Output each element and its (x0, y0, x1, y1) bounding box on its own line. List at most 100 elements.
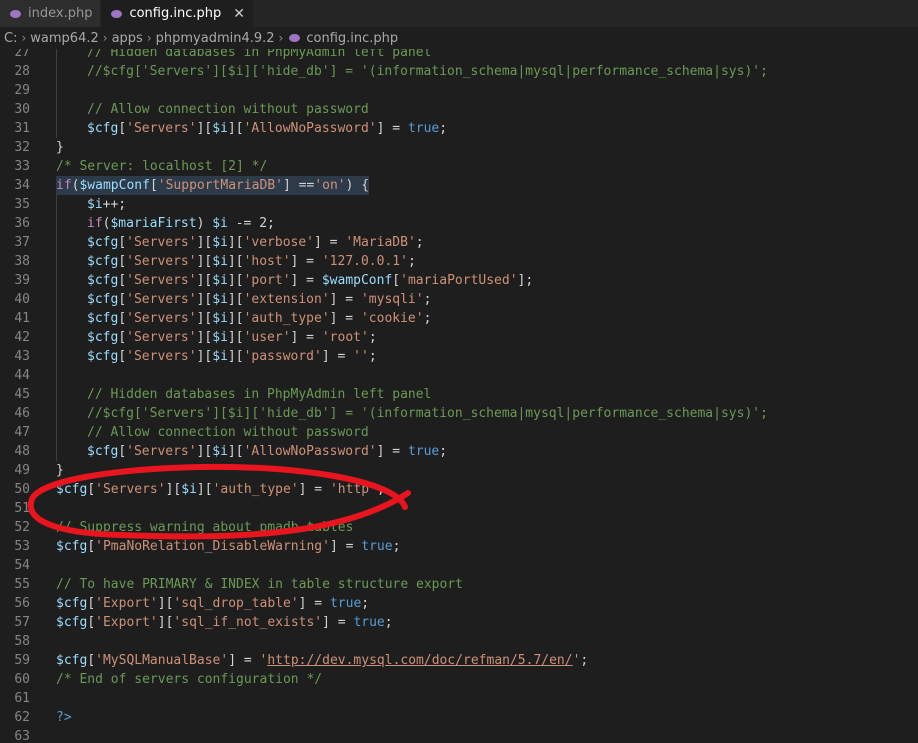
code-token: $cfg (87, 292, 119, 307)
breadcrumb-item[interactable]: config.inc.php (306, 31, 398, 46)
code-line[interactable]: 28 //$cfg['Servers'][$i]['hide_db'] = '(i… (0, 62, 918, 81)
code-text: $cfg['Servers'][$i]['host'] = '127.0.0.1… (87, 252, 416, 271)
code-line[interactable]: 51 (0, 499, 918, 518)
breadcrumb-item[interactable]: apps (112, 31, 143, 46)
code-token: [ (118, 292, 127, 307)
code-text: $cfg['Servers'][$i]['port'] = $wampConf[… (87, 271, 533, 290)
indent-guide (56, 62, 57, 81)
code-line[interactable]: 31 $cfg['Servers'][$i]['AllowNoPassword']… (0, 119, 918, 138)
code-token: 'Servers' (126, 330, 197, 345)
code-line[interactable]: 55 // To have PRIMARY & INDEX in table st… (0, 575, 918, 594)
line-number: 32 (14, 140, 30, 155)
code-line[interactable]: 48 $cfg['Servers'][$i]['AllowNoPassword']… (0, 442, 918, 461)
code-line[interactable]: 44 (0, 366, 918, 385)
line-number: 29 (14, 83, 30, 98)
code-line[interactable]: 63 (0, 727, 918, 743)
code-token: 'verbose' (243, 235, 315, 250)
code-line[interactable]: 59 $cfg['MySQLManualBase'] = 'http://dev.… (0, 651, 918, 670)
breadcrumb-item[interactable]: C: (4, 31, 17, 46)
code-token: ++; (102, 197, 127, 212)
code-token: ][ (196, 121, 213, 136)
code-line[interactable]: 37 $cfg['Servers'][$i]['verbose'] = 'Mari… (0, 233, 918, 252)
line-number: 43 (14, 349, 30, 364)
code-token: ] = (298, 482, 330, 497)
line-number: 34 (14, 178, 30, 193)
code-token: ] == (283, 178, 315, 193)
code-line[interactable]: 36 if($mariaFirst) $i -= 2; (0, 214, 918, 233)
code-line[interactable]: 47 // Allow connection without password (0, 423, 918, 442)
code-token: ; (392, 539, 401, 554)
code-line[interactable]: 61 (0, 689, 918, 708)
code-token: $i (181, 482, 197, 497)
code-token: 'http' (329, 482, 377, 497)
line-number: 31 (14, 121, 30, 136)
code-token: [ (118, 444, 127, 459)
code-line[interactable]: 46 //$cfg['Servers'][$i]['hide_db'] = '(i… (0, 404, 918, 423)
php-file-icon (111, 9, 123, 18)
code-line[interactable]: 45 // Hidden databases in PhpMyAdmin left… (0, 385, 918, 404)
code-token: 'Export' (95, 596, 158, 611)
code-line[interactable]: 34 if($wampConf['SupportMariaDB'] =='on')… (0, 176, 918, 195)
code-token[interactable]: http://dev.mysql.com/doc/refman/5.7/en/ (267, 653, 572, 668)
code-line[interactable]: 43 $cfg['Servers'][$i]['password'] = ''; (0, 347, 918, 366)
code-token: $cfg (87, 330, 119, 345)
code-text: $cfg['Servers'][$i]['auth_type'] = 'http… (56, 480, 385, 499)
breadcrumb-item[interactable]: wamp64.2 (30, 31, 98, 46)
close-icon[interactable]: ✕ (233, 6, 245, 22)
indent-guide (56, 290, 57, 309)
code-token: ][ (227, 273, 244, 288)
code-line[interactable]: 56 $cfg['Export']['sql_drop_table'] = tru… (0, 594, 918, 613)
code-line[interactable]: 49} (0, 461, 918, 480)
line-number: 46 (14, 406, 30, 421)
line-number: 60 (14, 672, 30, 687)
code-text: $cfg['MySQLManualBase'] = 'http://dev.my… (56, 651, 588, 670)
code-token: ] = (329, 311, 361, 326)
code-token: 'on' (314, 178, 346, 193)
code-text: $cfg['Servers'][$i]['extension'] = 'mysq… (87, 290, 431, 309)
breadcrumb-item[interactable]: phpmyadmin4.9.2 (156, 31, 275, 46)
indent-guide (56, 81, 57, 100)
code-token: ][ (227, 349, 244, 364)
code-token: ] = (290, 330, 322, 345)
code-line[interactable]: 29 (0, 81, 918, 100)
code-editor[interactable]: 27 // Hidden databases in PhpMyAdmin left… (0, 49, 918, 743)
code-line[interactable]: 33 /* Server: localhost [2] */ (0, 157, 918, 176)
code-token: /* End of servers configuration */ (56, 672, 323, 687)
code-line[interactable]: 54 (0, 556, 918, 575)
code-token: 'password' (243, 349, 322, 364)
tab-config-inc-php[interactable]: config.inc.php ✕ (101, 0, 254, 27)
code-line[interactable]: 42 $cfg['Servers'][$i]['user'] = 'root'; (0, 328, 918, 347)
tab-index-php[interactable]: index.php (0, 0, 102, 27)
code-line[interactable]: 60 /* End of servers configuration */ (0, 670, 918, 689)
code-line[interactable]: 32} (0, 138, 918, 157)
code-line[interactable]: 41 $cfg['Servers'][$i]['auth_type'] = 'co… (0, 309, 918, 328)
code-line[interactable]: 40 $cfg['Servers'][$i]['extension'] = 'my… (0, 290, 918, 309)
code-line[interactable]: 57 $cfg['Export']['sql_if_not_exists'] = … (0, 613, 918, 632)
code-token: ; (423, 292, 432, 307)
line-number: 44 (14, 368, 30, 383)
line-number: 61 (14, 691, 30, 706)
code-token: ][ (165, 482, 182, 497)
code-token: ][ (196, 349, 213, 364)
code-token: ; (376, 482, 385, 497)
code-line[interactable]: 38 $cfg['Servers'][$i]['host'] = '127.0.0… (0, 252, 918, 271)
code-text: //$cfg['Servers'][$i]['hide_db'] = '(inf… (87, 404, 768, 423)
code-line[interactable]: 50 $cfg['Servers'][$i]['auth_type'] = 'ht… (0, 480, 918, 499)
code-token: 'host' (243, 254, 291, 269)
code-line[interactable]: 30 // Allow connection without password (0, 100, 918, 119)
code-token: } (56, 463, 64, 478)
code-line[interactable]: 53 $cfg['PmaNoRelation_DisableWarning'] =… (0, 537, 918, 556)
chevron-right-icon: › (102, 31, 108, 45)
code-line[interactable]: 52 // Suppress warning about pmadb tables (0, 518, 918, 537)
code-token: ; (361, 596, 370, 611)
code-line[interactable]: 58 (0, 632, 918, 651)
code-line[interactable]: 62 ?> (0, 708, 918, 727)
tab-label: index.php (28, 6, 93, 21)
code-token: ][ (196, 273, 213, 288)
code-line[interactable]: 27 // Hidden databases in PhpMyAdmin left… (0, 49, 918, 62)
code-line[interactable]: 35 $i++; (0, 195, 918, 214)
code-token: ] = (329, 292, 361, 307)
chevron-right-icon: › (21, 31, 27, 45)
code-line[interactable]: 39 $cfg['Servers'][$i]['port'] = $wampCon… (0, 271, 918, 290)
code-token: 'Servers' (126, 235, 197, 250)
